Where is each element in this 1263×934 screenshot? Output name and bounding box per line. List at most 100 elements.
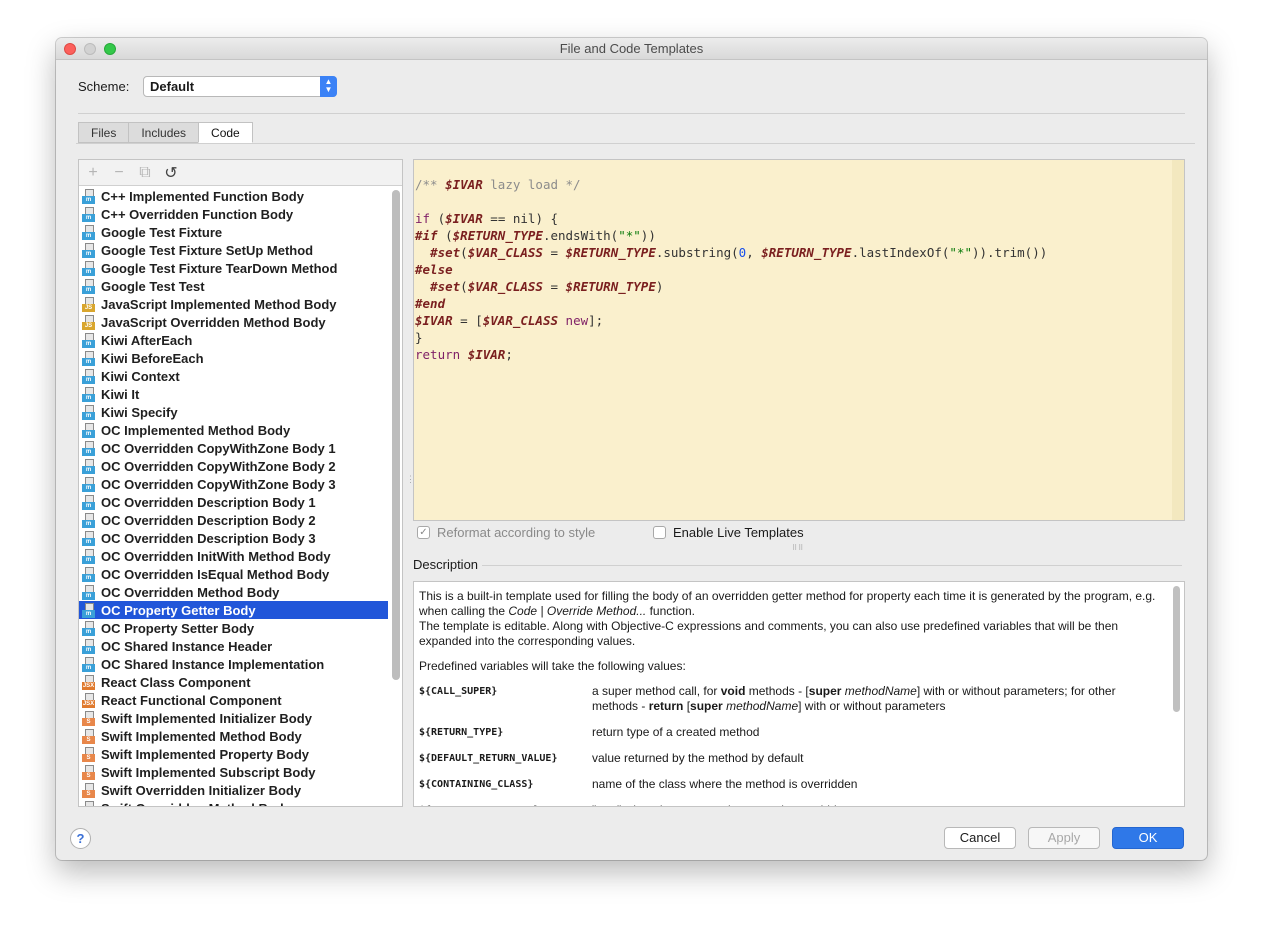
list-item[interactable]: m OC Overridden IsEqual Method Body — [79, 565, 388, 583]
live-templates-label: Enable Live Templates — [673, 525, 804, 540]
scheme-value: Default — [150, 79, 195, 94]
list-item[interactable]: m OC Overridden Description Body 1 — [79, 493, 388, 511]
list-item[interactable]: S Swift Implemented Property Body — [79, 745, 388, 763]
list-item[interactable]: m OC Overridden CopyWithZone Body 2 — [79, 457, 388, 475]
tab-files[interactable]: Files — [78, 122, 129, 143]
list-item[interactable]: m Kiwi Context — [79, 367, 388, 385]
template-name: OC Shared Instance Header — [101, 638, 273, 654]
list-toolbar: + − ⧉ ↺ — [79, 160, 402, 186]
splitter-handle[interactable]: ⋮ — [406, 474, 415, 492]
list-item[interactable]: m Google Test Fixture TearDown Method — [79, 259, 388, 277]
list-item[interactable]: m OC Overridden Description Body 3 — [79, 529, 388, 547]
ok-button[interactable]: OK — [1112, 827, 1184, 849]
list-item[interactable]: S Swift Overridden Initializer Body — [79, 781, 388, 799]
list-item[interactable]: JS JavaScript Overridden Method Body — [79, 313, 388, 331]
list-item[interactable]: m Kiwi AfterEach — [79, 331, 388, 349]
template-file-icon: m — [82, 386, 95, 402]
desc-fragment: void — [720, 684, 746, 698]
desc-fragment: name of the class where the method is ov… — [592, 777, 858, 791]
template-name: Swift Implemented Property Body — [101, 746, 310, 762]
template-file-icon: m — [82, 620, 95, 636]
template-editor[interactable]: /** $IVAR lazy load */ if ($IVAR == nil)… — [413, 159, 1185, 521]
apply-button[interactable]: Apply — [1028, 827, 1100, 849]
list-item[interactable]: m OC Shared Instance Header — [79, 637, 388, 655]
template-file-icon: S — [82, 800, 95, 806]
description-paragraph: Predefined variables will take the follo… — [419, 659, 686, 673]
resize-grip-icon[interactable]: ⠿⠿ — [792, 544, 804, 552]
code-token: ( — [460, 245, 468, 260]
code-token: .substring( — [655, 245, 739, 260]
code-token: $RETURN_TYPE — [452, 228, 543, 243]
list-item[interactable]: JSX React Functional Component — [79, 691, 388, 709]
list-item[interactable]: m OC Property Setter Body — [79, 619, 388, 637]
template-name: Swift Overridden Initializer Body — [101, 782, 302, 798]
reformat-checkbox[interactable]: ✓ Reformat according to style — [417, 525, 595, 540]
code-token: #if — [415, 228, 438, 243]
description-scrollbar[interactable] — [1173, 586, 1180, 712]
desc-fragment: a super method call, for — [592, 684, 721, 698]
desc-fragment: return type of a created method — [592, 725, 760, 739]
template-file-icon: JSX — [82, 692, 95, 708]
help-button[interactable]: ? — [70, 828, 91, 849]
list-item[interactable]: S Swift Implemented Method Body — [79, 727, 388, 745]
code-token: $VAR_CLASS — [482, 313, 559, 328]
template-name: Swift Implemented Subscript Body — [101, 764, 316, 780]
template-name: React Functional Component — [101, 692, 282, 708]
list-item[interactable]: m OC Property Getter Body — [79, 601, 388, 619]
desc-fragment: methodName — [726, 699, 799, 713]
list-item[interactable]: S Swift Implemented Initializer Body — [79, 709, 388, 727]
code-token: $IVAR — [445, 211, 483, 226]
list-item[interactable]: JS JavaScript Implemented Method Body — [79, 295, 388, 313]
copy-icon[interactable]: ⧉ — [137, 164, 153, 182]
list-item[interactable]: m C++ Implemented Function Body — [79, 187, 388, 205]
list-item[interactable]: m Kiwi BeforeEach — [79, 349, 388, 367]
list-item[interactable]: JSX React Class Component — [79, 673, 388, 691]
list-item[interactable]: m C++ Overridden Function Body — [79, 205, 388, 223]
template-file-icon: m — [82, 260, 95, 276]
tab-code[interactable]: Code — [198, 122, 253, 143]
list-item[interactable]: m Google Test Fixture SetUp Method — [79, 241, 388, 259]
list-item[interactable]: m Google Test Test — [79, 277, 388, 295]
list-item[interactable]: m OC Overridden InitWith Method Body — [79, 547, 388, 565]
list-item[interactable]: m OC Implemented Method Body — [79, 421, 388, 439]
template-name: Google Test Fixture TearDown Method — [101, 260, 338, 276]
list-item[interactable]: S Swift Implemented Subscript Body — [79, 763, 388, 781]
list-item[interactable]: m OC Shared Instance Implementation — [79, 655, 388, 673]
file-and-code-templates-dialog: File and Code Templates Scheme: Default … — [56, 38, 1207, 860]
variable-list: ${CALL_SUPER} a super method call, for vo… — [419, 684, 1164, 806]
variable-description: "true" when the generated property is ov… — [592, 803, 1164, 806]
template-name: OC Overridden Description Body 3 — [101, 530, 316, 546]
list-item[interactable]: m Google Test Fixture — [79, 223, 388, 241]
template-name: Google Test Fixture SetUp Method — [101, 242, 314, 258]
list-item[interactable]: m OC Overridden CopyWithZone Body 1 — [79, 439, 388, 457]
list-item[interactable]: m Kiwi Specify — [79, 403, 388, 421]
template-name: OC Overridden CopyWithZone Body 3 — [101, 476, 336, 492]
tab-includes[interactable]: Includes — [128, 122, 199, 143]
reset-icon[interactable]: ↺ — [163, 163, 179, 183]
live-templates-checkbox[interactable]: Enable Live Templates — [653, 525, 804, 540]
scheme-dropdown[interactable]: Default ▲ ▼ — [143, 76, 337, 97]
remove-icon[interactable]: − — [111, 164, 127, 182]
code-token: $VAR_CLASS — [467, 279, 543, 294]
code-token: ( — [437, 228, 453, 243]
cancel-button[interactable]: Cancel — [944, 827, 1016, 849]
code-token: ]; — [588, 313, 604, 328]
list-item[interactable]: m Kiwi It — [79, 385, 388, 403]
list-item[interactable]: m OC Overridden Method Body — [79, 583, 388, 601]
desc-menu-path: Code | Override Method... — [508, 604, 647, 618]
add-icon[interactable]: + — [85, 164, 101, 182]
checkmark-icon: ✓ — [417, 526, 430, 539]
description-label: Description — [413, 557, 479, 572]
updown-arrow-icon: ▲ ▼ — [320, 76, 337, 97]
list-item[interactable]: m OC Overridden CopyWithZone Body 3 — [79, 475, 388, 493]
variable-description: value returned by the method by default — [592, 751, 1164, 766]
list-item[interactable]: m OC Overridden Description Body 2 — [79, 511, 388, 529]
list-scrollbar[interactable] — [392, 190, 400, 680]
template-name: Kiwi Context — [101, 368, 180, 384]
list-item[interactable]: S Swift Overridden Method Body — [79, 799, 388, 806]
template-file-icon: S — [82, 710, 95, 726]
variable-name: ${CONTAINING_CLASS} — [419, 779, 534, 790]
code-line: #if ($RETURN_TYPE.endsWith("*")) — [414, 227, 1184, 244]
